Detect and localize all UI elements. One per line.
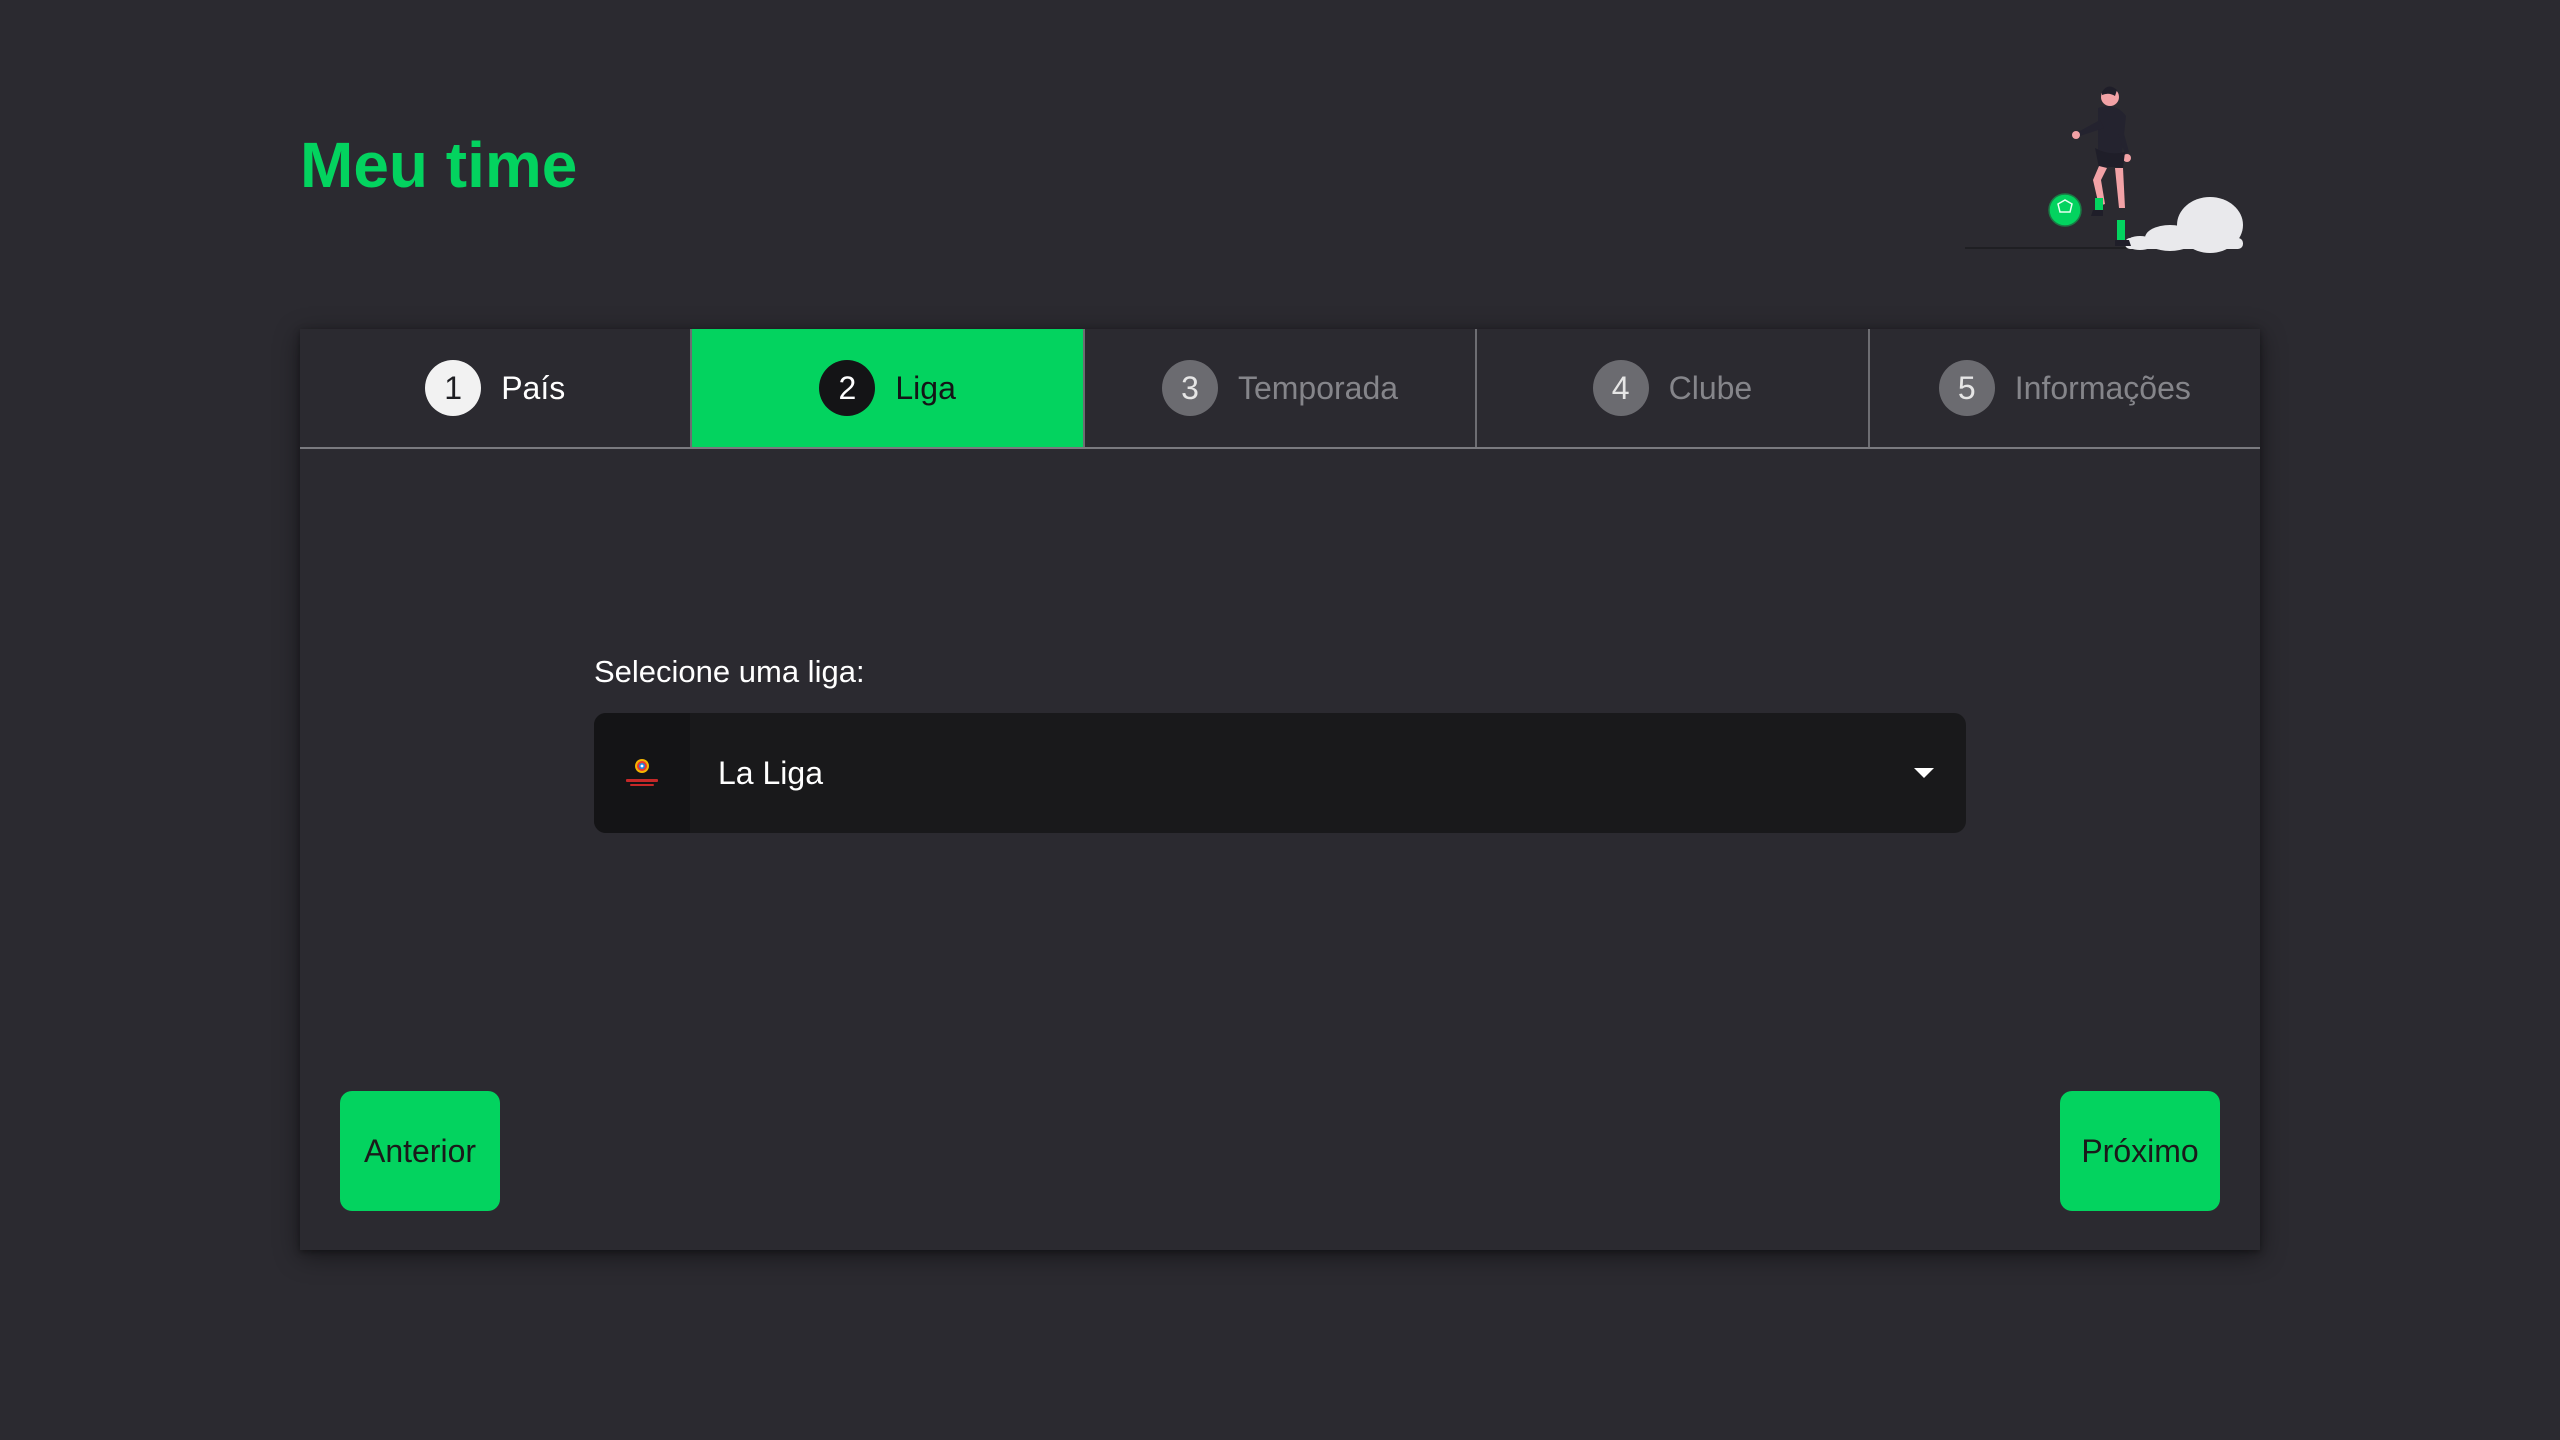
chevron-down-icon [1914,768,1934,778]
league-select[interactable]: La Liga [594,713,1966,833]
step-clube[interactable]: 4 Clube [1477,329,1870,447]
laliga-logo-icon [626,759,658,786]
wizard-card: 1 País 2 Liga 3 Temporada 4 Clube 5 Info… [300,329,2260,1250]
hero-illustration [1965,80,2265,255]
league-logo-container [594,713,690,833]
page-title: Meu time [300,129,578,201]
stepper: 1 País 2 Liga 3 Temporada 4 Clube 5 Info… [300,329,2260,449]
step-temporada[interactable]: 3 Temporada [1085,329,1478,447]
next-button[interactable]: Próximo [2060,1091,2220,1211]
step-label: Temporada [1237,370,1399,406]
previous-button[interactable]: Anterior [340,1091,500,1211]
step-label: Liga [895,370,956,406]
step-number: 1 [425,360,482,416]
step-number: 3 [1161,360,1218,416]
step-label: Clube [1668,370,1753,406]
page: Meu time 1 País 2 Liga 3 Temporada 4 Clu… [0,0,2560,1440]
step-pais[interactable]: 1 País [300,329,693,447]
step-number: 4 [1592,360,1649,416]
league-select-value: La Liga [718,754,823,791]
step-number: 2 [819,360,876,416]
step-label: Informações [2014,370,2191,406]
step-label: País [501,370,566,406]
step-number: 5 [1938,360,1995,416]
step-informacoes[interactable]: 5 Informações [1870,329,2260,447]
step-liga[interactable]: 2 Liga [692,329,1085,447]
league-select-label: Selecione uma liga: [594,654,865,689]
